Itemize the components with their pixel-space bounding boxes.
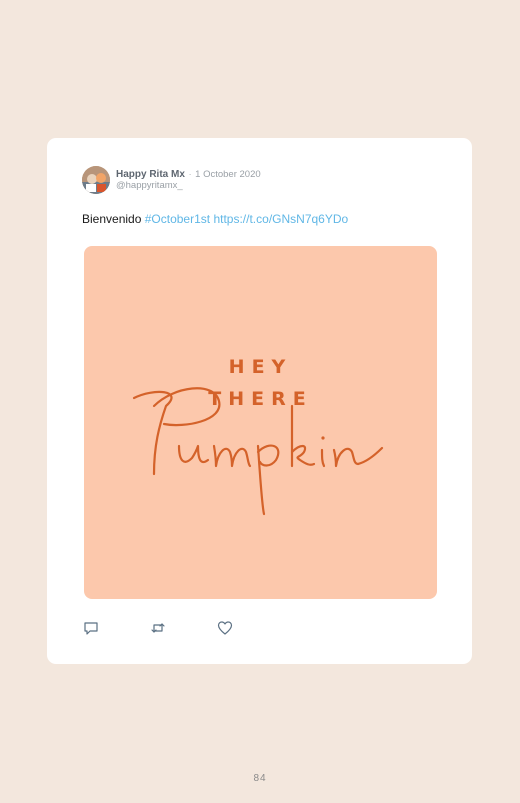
tweet-date[interactable]: 1 October 2020: [195, 169, 261, 180]
page-number: 84: [253, 773, 267, 784]
like-icon[interactable]: [217, 620, 233, 636]
author-handle[interactable]: @happyritamx_: [116, 180, 261, 191]
meta-separator: ·: [188, 170, 192, 179]
tweet-actions: [83, 620, 284, 636]
pumpkin-script-lettering: [132, 387, 384, 516]
tweet-text: Bienvenido #October1st https://t.co/GNsN…: [82, 212, 348, 226]
author-name[interactable]: Happy Rita Mx: [116, 169, 185, 180]
retweet-icon[interactable]: [150, 620, 166, 636]
url-link[interactable]: https://t.co/GNsN7q6YDo: [213, 212, 348, 226]
tweet-image[interactable]: HEY THERE: [84, 246, 437, 599]
avatar[interactable]: [82, 166, 110, 194]
tweet-text-body: Bienvenido: [82, 212, 142, 226]
hashtag-link[interactable]: #October1st: [145, 212, 210, 226]
reply-icon[interactable]: [83, 620, 99, 636]
tweet-card: Happy Rita Mx · 1 October 2020 @happyrit…: [47, 138, 472, 664]
tweet-header: Happy Rita Mx · 1 October 2020 @happyrit…: [82, 166, 261, 194]
tweet-meta: Happy Rita Mx · 1 October 2020 @happyrit…: [116, 169, 261, 191]
